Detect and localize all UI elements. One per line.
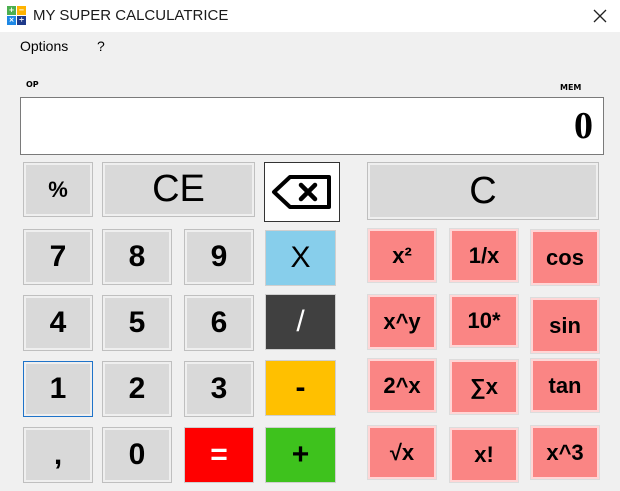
square-button[interactable]: x²: [367, 228, 437, 283]
digit-3-button[interactable]: 3: [184, 361, 254, 417]
divide-button[interactable]: /: [265, 294, 336, 350]
tan-button[interactable]: tan: [530, 358, 600, 413]
digit-5-button[interactable]: 5: [102, 295, 172, 351]
display-value: 0: [574, 105, 593, 147]
backspace-icon: [272, 175, 331, 209]
title-bar: + − × ÷ MY SUPER CALCULATRICE: [0, 0, 620, 32]
digit-0-button[interactable]: 0: [102, 427, 172, 483]
menu-help[interactable]: ?: [97, 38, 105, 54]
clear-entry-button[interactable]: CE: [102, 162, 255, 217]
multiply-button[interactable]: X: [265, 230, 336, 286]
window-title: MY SUPER CALCULATRICE: [33, 7, 229, 24]
sum-button[interactable]: ∑x: [449, 359, 519, 415]
menu-options[interactable]: Options: [20, 38, 68, 54]
comma-button[interactable]: ,: [23, 427, 93, 483]
sin-button[interactable]: sin: [530, 297, 600, 354]
ten-power-button[interactable]: 10*: [449, 294, 519, 348]
equals-button[interactable]: =: [184, 427, 254, 483]
op-label: OP: [26, 80, 39, 89]
digit-6-button[interactable]: 6: [184, 295, 254, 351]
display-screen: 0: [20, 97, 604, 155]
mem-label: MEM: [560, 83, 582, 92]
digit-9-button[interactable]: 9: [184, 229, 254, 285]
close-icon: [593, 9, 607, 23]
cube-button[interactable]: x^3: [530, 425, 600, 480]
clear-button[interactable]: C: [367, 162, 599, 220]
menu-bar: Options ?: [0, 32, 620, 60]
percent-button[interactable]: %: [23, 162, 93, 217]
sqrt-button[interactable]: √x: [367, 425, 437, 480]
reciprocal-button[interactable]: 1/x: [449, 228, 519, 283]
two-power-button[interactable]: 2^x: [367, 358, 437, 413]
backspace-button[interactable]: [264, 162, 340, 222]
factorial-button[interactable]: x!: [449, 427, 519, 483]
cos-button[interactable]: cos: [530, 229, 600, 286]
calculator-app-icon: + − × ÷: [7, 6, 26, 25]
power-button[interactable]: x^y: [367, 294, 437, 350]
minus-button[interactable]: -: [265, 360, 336, 416]
digit-1-button[interactable]: 1: [23, 361, 93, 417]
plus-button[interactable]: +: [265, 427, 336, 483]
close-button[interactable]: [580, 0, 620, 32]
digit-7-button[interactable]: 7: [23, 229, 93, 285]
digit-4-button[interactable]: 4: [23, 295, 93, 351]
digit-8-button[interactable]: 8: [102, 229, 172, 285]
digit-2-button[interactable]: 2: [102, 361, 172, 417]
